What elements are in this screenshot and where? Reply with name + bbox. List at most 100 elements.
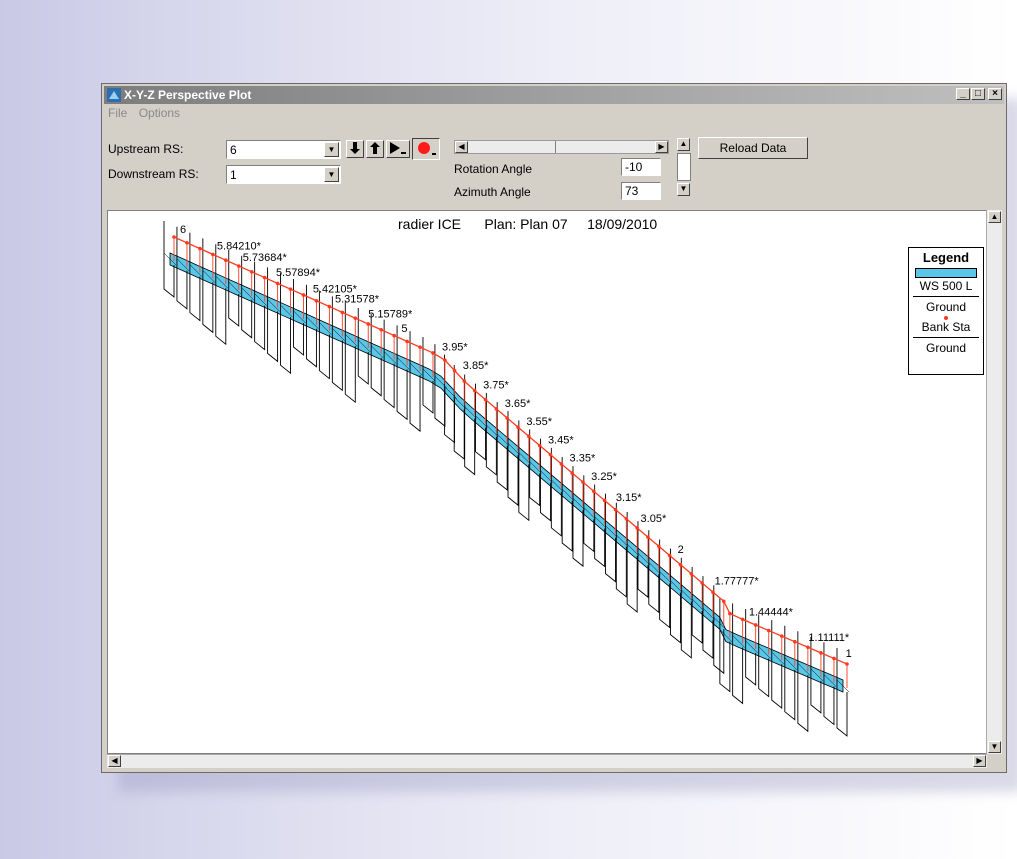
scroll-left-icon[interactable]: ◀ <box>455 141 468 153</box>
station-label: 3.15* <box>616 492 642 504</box>
bank-point <box>185 240 189 245</box>
close-button[interactable]: × <box>988 88 1002 100</box>
downstream-label: Downstream RS: <box>108 167 199 181</box>
spin-up-icon[interactable]: ▲ <box>677 138 690 151</box>
bank-point <box>548 452 553 457</box>
bank-point <box>689 571 694 576</box>
station-label: 1.77777* <box>715 575 760 587</box>
horizontal-scrollbar[interactable]: ◀ ▶ <box>107 754 987 768</box>
bank-point <box>728 611 732 616</box>
bank-point <box>721 599 726 604</box>
legend-water-swatch <box>915 268 977 278</box>
play-button[interactable] <box>386 140 410 158</box>
xyz-plot-window: X-Y-Z Perspective Plot _ □ × File Option… <box>101 83 1007 773</box>
spin-down-icon[interactable]: ▼ <box>677 183 690 196</box>
bank-point <box>832 656 836 661</box>
bank-point <box>288 287 293 291</box>
bank-point <box>819 651 823 655</box>
perspective-plot: radier ICE Plan: Plan 07 18/09/2010 6 5.8… <box>107 210 987 754</box>
station-label: 2 <box>678 544 684 556</box>
bank-point <box>766 628 771 633</box>
station-label: 5.84210* <box>217 241 262 253</box>
legend-title: Legend <box>922 250 970 265</box>
animation-scrollbar[interactable]: ◀ ▶ <box>454 140 669 154</box>
legend-item-bank: Bank Sta <box>921 320 971 334</box>
bank-point <box>779 634 784 638</box>
bank-point <box>262 275 267 280</box>
upstream-value: 6 <box>230 143 237 157</box>
station-label: 1 <box>846 648 852 660</box>
bank-point <box>405 339 409 344</box>
bank-point <box>379 327 383 332</box>
record-icon <box>418 142 436 155</box>
bank-point <box>678 562 683 567</box>
station-label: 3.95* <box>442 341 468 353</box>
station-label: 3.35* <box>570 453 596 465</box>
bank-point <box>494 407 499 411</box>
upstream-select[interactable]: 6 ▼ <box>226 140 341 159</box>
bank-point <box>223 258 228 262</box>
spin-track[interactable] <box>677 153 691 181</box>
downstream-select[interactable]: 1 ▼ <box>226 165 341 184</box>
station-label: 3.55* <box>526 416 552 428</box>
scroll-down-icon[interactable]: ▼ <box>988 741 1001 753</box>
bank-point <box>753 623 758 627</box>
bank-point <box>537 443 542 448</box>
bank-point <box>711 590 715 594</box>
menu-options[interactable]: Options <box>139 106 180 120</box>
station-label: 6 <box>180 224 186 236</box>
move-down-button[interactable] <box>346 140 364 158</box>
scrollbar-thumb[interactable] <box>555 141 646 153</box>
vertical-scrollbar[interactable]: ▲ ▼ <box>986 210 1002 754</box>
menu-file[interactable]: File <box>108 106 127 120</box>
bank-point <box>635 526 639 530</box>
reload-data-button[interactable]: Reload Data <box>698 137 808 159</box>
bank-point <box>646 535 650 539</box>
station-label: 5 <box>401 323 407 335</box>
window-title: X-Y-Z Perspective Plot <box>124 88 252 102</box>
station-label: 1.44444* <box>749 607 794 619</box>
title-bar[interactable]: X-Y-Z Perspective Plot _ □ × <box>104 86 1004 104</box>
bank-point <box>505 416 509 420</box>
app-icon <box>107 88 121 102</box>
station-label: 5.15789* <box>368 308 413 320</box>
station-label: 1.11111* <box>808 632 849 644</box>
bank-point <box>602 498 607 503</box>
scroll-left-icon[interactable]: ◀ <box>108 755 121 767</box>
record-button[interactable] <box>412 138 440 160</box>
legend-item-ground: Ground <box>925 300 967 314</box>
station-label: 3.75* <box>483 380 509 392</box>
chevron-down-icon[interactable]: ▼ <box>324 167 339 182</box>
bank-point <box>392 333 396 338</box>
move-up-button[interactable] <box>366 140 384 158</box>
chevron-down-icon[interactable]: ▼ <box>324 142 339 157</box>
station-label: 5.73684* <box>243 252 288 264</box>
scroll-up-icon[interactable]: ▲ <box>988 211 1001 223</box>
bank-point <box>211 252 215 257</box>
minimize-button[interactable]: _ <box>956 88 970 100</box>
bank-point <box>581 480 585 484</box>
bank-point <box>249 269 254 274</box>
arrow-up-icon <box>370 142 380 154</box>
scroll-right-icon[interactable]: ▶ <box>655 141 668 153</box>
station-label: 3.85* <box>463 360 489 372</box>
rotation-label: Rotation Angle <box>454 162 533 176</box>
bank-point <box>431 351 435 355</box>
scroll-right-icon[interactable]: ▶ <box>973 755 986 767</box>
bank-point <box>472 388 477 393</box>
water-surface <box>169 252 844 693</box>
bank-point <box>592 489 596 494</box>
rotation-field[interactable]: -10 <box>621 158 661 176</box>
bank-point <box>624 517 629 521</box>
bank-point <box>657 544 661 549</box>
maximize-button[interactable]: □ <box>971 88 985 100</box>
legend: Legend WS 500 L Ground Bank Sta Ground <box>908 247 984 375</box>
arrow-down-icon <box>350 142 360 154</box>
station-label: 3.05* <box>641 513 667 525</box>
station-label: 3.45* <box>548 434 574 446</box>
bank-point <box>845 662 849 666</box>
downstream-value: 1 <box>230 168 237 182</box>
azimuth-field[interactable]: 73 <box>621 182 661 200</box>
bank-point <box>366 322 371 326</box>
bank-point <box>275 281 280 286</box>
